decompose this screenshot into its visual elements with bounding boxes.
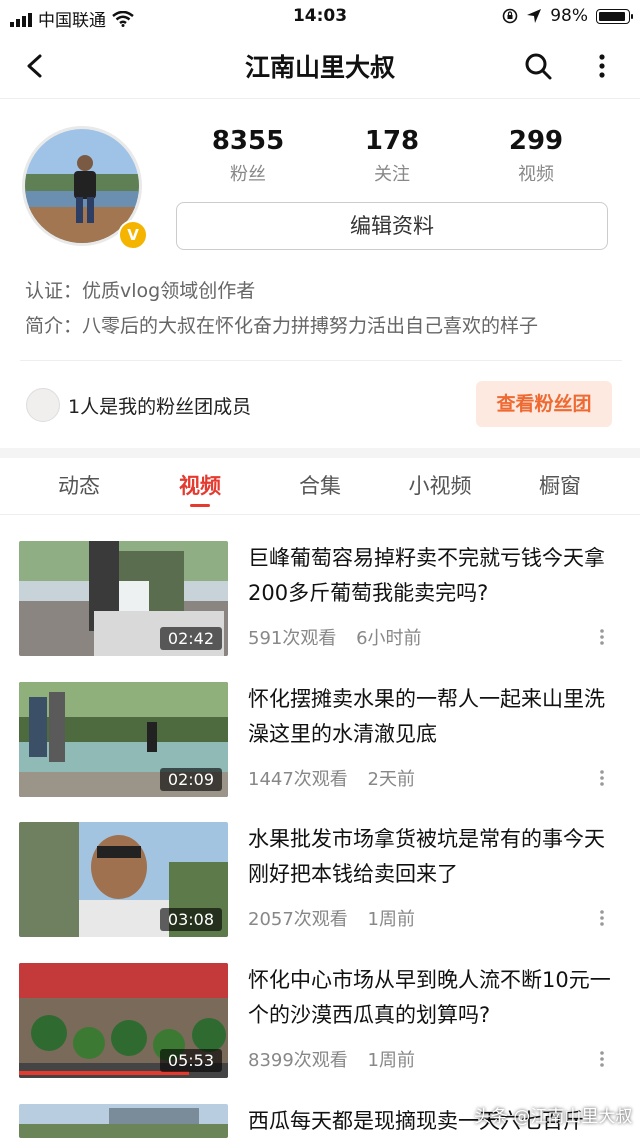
video-thumbnail[interactable]: 02:09 (19, 682, 228, 797)
video-views: 591次观看 (248, 628, 337, 649)
edit-profile-button[interactable]: 编辑资料 (176, 202, 608, 250)
video-views: 8399次观看 (248, 1050, 348, 1071)
video-thumbnail[interactable]: 03:08 (19, 822, 228, 937)
certification: 认证：优质vlog领域创作者 (25, 280, 256, 302)
video-meta: 2057次观看 1周前 (248, 905, 415, 931)
location-icon (527, 9, 542, 23)
battery-icon (596, 8, 633, 24)
fans-club-icon (26, 388, 60, 422)
video-duration: 03:08 (159, 908, 222, 931)
video-item[interactable]: 02:09 怀化摆摊卖水果的一帮人一起来山里洗澡这里的水清澈见底 1447次观看… (0, 682, 640, 822)
video-title[interactable]: 巨峰葡萄容易掉籽卖不完就亏钱今天拿200多斤葡萄我能卖完吗? (248, 541, 623, 611)
divider (20, 360, 622, 361)
video-more-icon[interactable] (596, 908, 608, 928)
video-views: 1447次观看 (248, 769, 348, 790)
more-icon[interactable] (588, 50, 616, 82)
watermark: 头条 @江南山里大叔 (474, 1107, 633, 1127)
stat-followers-label: 粉丝 (230, 164, 266, 185)
stat-videos[interactable]: 299 视频 (476, 124, 596, 186)
video-more-icon[interactable] (596, 768, 608, 788)
video-thumbnail[interactable]: 05:53 (19, 963, 228, 1078)
tab-bar: 动态 视频 合集 小视频 橱窗 (0, 458, 640, 515)
rotation-lock-icon (502, 8, 518, 24)
video-duration: 02:09 (159, 768, 222, 791)
video-time: 6小时前 (356, 628, 422, 649)
tab-collections[interactable]: 合集 (270, 470, 370, 500)
video-more-icon[interactable] (596, 627, 608, 647)
video-duration: 02:42 (159, 627, 222, 650)
active-tab-indicator (190, 504, 210, 507)
stat-videos-value: 299 (508, 126, 564, 156)
stat-following-value: 178 (364, 126, 420, 156)
battery-percent: 98% (550, 6, 588, 26)
search-icon[interactable] (522, 50, 554, 82)
nav-bar: 江南山里大叔 (0, 34, 640, 99)
video-meta: 1447次观看 2天前 (248, 765, 415, 791)
video-meta: 8399次观看 1周前 (248, 1046, 415, 1072)
video-thumbnail[interactable] (19, 1104, 228, 1138)
video-views: 2057次观看 (248, 909, 348, 930)
video-item[interactable]: 03:08 水果批发市场拿货被坑是常有的事今天刚好把本钱给卖回来了 2057次观… (0, 822, 640, 962)
status-bar: 中国联通 14:03 98% (0, 0, 640, 34)
stat-following-label: 关注 (374, 164, 410, 185)
stat-followers[interactable]: 8355 粉丝 (188, 124, 308, 186)
video-thumbnail[interactable]: 02:42 (19, 541, 228, 656)
video-duration: 05:53 (159, 1049, 222, 1072)
video-title[interactable]: 怀化中心市场从早到晚人流不断10元一个的沙漠西瓜真的划算吗? (248, 963, 623, 1033)
video-title[interactable]: 怀化摆摊卖水果的一帮人一起来山里洗澡这里的水清澈见底 (248, 682, 623, 752)
section-gap (0, 448, 640, 458)
stat-videos-label: 视频 (518, 164, 554, 185)
tab-videos[interactable]: 视频 (150, 470, 250, 500)
video-time: 1周前 (367, 1050, 415, 1071)
stat-followers-value: 8355 (211, 126, 285, 156)
fans-club-text: 1人是我的粉丝团成员 (68, 396, 252, 418)
video-meta: 591次观看 6小时前 (248, 624, 422, 650)
video-item[interactable]: 02:42 巨峰葡萄容易掉籽卖不完就亏钱今天拿200多斤葡萄我能卖完吗? 591… (0, 541, 640, 681)
tab-short-videos[interactable]: 小视频 (390, 470, 490, 500)
video-title[interactable]: 水果批发市场拿货被坑是常有的事今天刚好把本钱给卖回来了 (248, 822, 623, 892)
video-time: 1周前 (367, 909, 415, 930)
back-icon[interactable] (20, 50, 52, 82)
view-fans-club-button[interactable]: 查看粉丝团 (476, 381, 612, 427)
video-time: 2天前 (367, 769, 415, 790)
stat-following[interactable]: 178 关注 (332, 124, 452, 186)
bio: 简介：八零后的大叔在怀化奋力拼搏努力活出自己喜欢的样子 (25, 315, 539, 337)
verified-badge: V (118, 220, 148, 250)
avatar[interactable]: V (22, 126, 148, 250)
tab-showcase[interactable]: 橱窗 (510, 470, 610, 500)
video-item[interactable]: 05:53 怀化中心市场从早到晚人流不断10元一个的沙漠西瓜真的划算吗? 839… (0, 963, 640, 1103)
tab-dynamics[interactable]: 动态 (29, 470, 129, 500)
video-more-icon[interactable] (596, 1049, 608, 1069)
